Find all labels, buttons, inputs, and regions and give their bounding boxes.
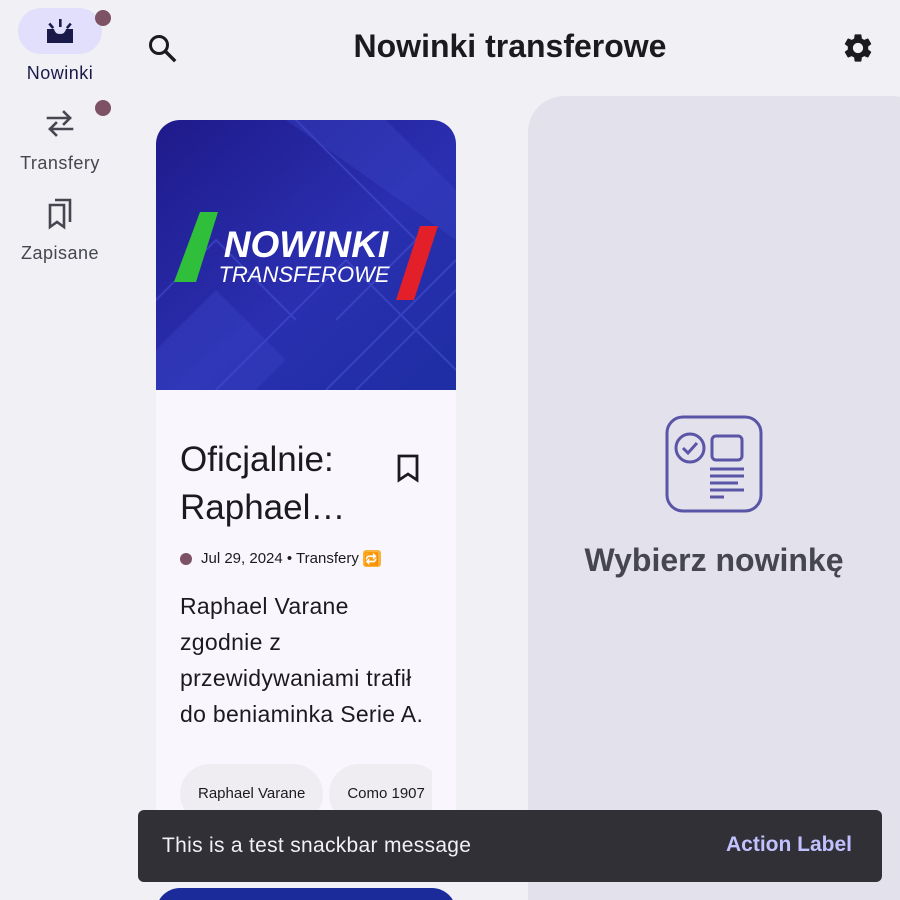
image-title-line2: TRANSFEROWE [218,262,389,287]
nav-label: Transfery [20,153,100,173]
nav-label: Nowinki [26,63,94,83]
nav-pill [18,100,102,146]
search-button[interactable] [140,26,184,70]
article-summary: Raphael Varane zgodnie z przewidywaniami… [180,593,424,727]
swap-arrows-icon [46,110,74,137]
nav-pill [18,190,102,236]
snackbar: This is a test snackbar message Action L… [138,810,882,882]
article-title: Oficjalnie: Raphael Varane do Como 1907 [180,440,334,527]
next-article-card[interactable] [156,888,456,900]
search-icon [149,35,177,63]
article-meta: Jul 29, 2024 • Transfery 🔁 [180,550,381,567]
article-image: NOWINKI TRANSFEROWE [156,120,456,390]
page-title: Nowinki transferowe [353,28,667,64]
notification-badge [95,100,111,116]
nav-item-zapisane[interactable]: Zapisane [0,182,120,272]
navigation-rail: Nowinki Transfery Zapisane [0,0,120,900]
bookmark-button[interactable] [388,448,428,488]
nav-pill-active [18,8,102,54]
article-date-category: Jul 29, 2024 • Transfery [201,550,359,567]
article-card[interactable]: NOWINKI TRANSFEROWE Oficjalnie: Raphael … [156,120,456,880]
detail-pane: Wybierz nowinkę [528,96,900,900]
nav-item-nowinki[interactable]: Nowinki [0,0,120,90]
settings-button[interactable] [836,26,880,70]
detail-placeholder: Wybierz nowinkę [584,542,844,578]
snackbar-action-button[interactable]: Action Label [726,833,852,857]
inbox-news-icon [47,19,73,43]
source-dot [180,552,192,565]
notification-badge [95,10,111,26]
nav-item-transfery[interactable]: Transfery [0,92,120,182]
snackbar-message: This is a test snackbar message [162,834,472,857]
gear-icon [844,34,872,62]
nav-label: Zapisane [20,243,100,263]
repeat-emoji-icon: 🔁 [362,550,381,567]
newspaper-icon [665,415,763,513]
bookmark-outline-icon [397,454,419,483]
bookmarks-icon [48,198,72,230]
image-title-line1: NOWINKI [224,224,389,265]
